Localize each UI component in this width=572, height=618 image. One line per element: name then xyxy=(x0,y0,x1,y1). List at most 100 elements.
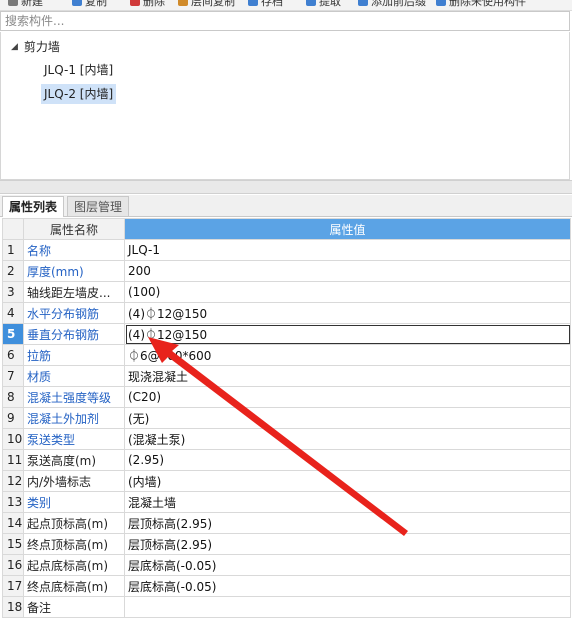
property-value[interactable]: 层顶标高(2.95) xyxy=(124,533,571,555)
property-name: 轴线距左墙皮... xyxy=(23,281,125,303)
table-row[interactable]: 10 泵送类型 (混凝土泵) xyxy=(2,428,571,450)
property-value[interactable]: (4)⏀12@150 xyxy=(124,323,571,345)
property-name: 终点顶标高(m) xyxy=(23,533,125,555)
tree-root-label: 剪力墙 xyxy=(23,40,60,54)
toolbar-button-3[interactable]: 层间复制 xyxy=(178,0,235,8)
tab-layer-manage[interactable]: 图层管理 xyxy=(67,196,130,216)
property-value[interactable]: 层顶标高(2.95) xyxy=(124,512,571,534)
tab-property-list[interactable]: 属性列表 xyxy=(2,196,65,217)
row-index: 2 xyxy=(2,260,24,282)
toolbar-button-label: 删除 xyxy=(143,0,165,8)
toolbar-button-label: 提取 xyxy=(319,0,341,8)
toolbar-button-label: 复制 xyxy=(85,0,107,8)
row-index: 18 xyxy=(2,596,24,618)
table-row[interactable]: 7 材质 现浇混凝土 xyxy=(2,365,571,387)
property-value[interactable]: (内墙) xyxy=(124,470,571,492)
header-index xyxy=(2,218,24,240)
row-index: 7 xyxy=(2,365,24,387)
table-row[interactable]: 8 混凝土强度等级 (C20) xyxy=(2,386,571,408)
table-row[interactable]: 11 泵送高度(m) (2.95) xyxy=(2,449,571,471)
row-index: 10 xyxy=(2,428,24,450)
tree-item-jlq-1[interactable]: JLQ-1 [内墙] xyxy=(41,60,116,80)
delete-icon xyxy=(130,0,140,6)
table-row[interactable]: 13 类别 混凝土墙 xyxy=(2,491,571,513)
header-property-value: 属性值 xyxy=(124,218,571,240)
toolbar-button-label: 层间复制 xyxy=(191,0,235,8)
row-index: 12 xyxy=(2,470,24,492)
floor-copy-icon xyxy=(178,0,188,6)
toolbar-button-label: 添加前后缀 xyxy=(371,0,426,8)
table-row[interactable]: 16 起点底标高(m) 层底标高(-0.05) xyxy=(2,554,571,576)
component-tree: ◢ 剪力墙 JLQ-1 [内墙] JLQ-2 [内墙] xyxy=(0,32,570,180)
panel-splitter[interactable] xyxy=(0,180,572,194)
property-value[interactable]: (2.95) xyxy=(124,449,571,471)
property-value[interactable]: (4)⏀12@150 xyxy=(124,302,571,324)
row-index: 15 xyxy=(2,533,24,555)
property-value[interactable]: ⏀6@600*600 xyxy=(124,344,571,366)
property-value[interactable]: (混凝土泵) xyxy=(124,428,571,450)
table-row[interactable]: 9 混凝土外加剂 (无) xyxy=(2,407,571,429)
table-row[interactable]: 17 终点底标高(m) 层底标高(-0.05) xyxy=(2,575,571,597)
table-row[interactable]: 1 名称 JLQ-1 xyxy=(2,239,571,261)
property-value[interactable]: 现浇混凝土 xyxy=(124,365,571,387)
table-row[interactable]: 2 厚度(mm) 200 xyxy=(2,260,571,282)
extract-icon xyxy=(306,0,316,6)
table-row[interactable]: 4 水平分布钢筋 (4)⏀12@150 xyxy=(2,302,571,324)
row-index: 1 xyxy=(2,239,24,261)
row-index: 13 xyxy=(2,491,24,513)
property-name: 泵送高度(m) xyxy=(23,449,125,471)
property-value[interactable]: 混凝土墙 xyxy=(124,491,571,513)
property-value[interactable]: JLQ-1 xyxy=(124,239,571,261)
search-box[interactable] xyxy=(0,11,570,31)
property-name: 起点底标高(m) xyxy=(23,554,125,576)
collapse-triangle-icon[interactable]: ◢ xyxy=(11,42,18,52)
table-row[interactable]: 15 终点顶标高(m) 层顶标高(2.95) xyxy=(2,533,571,555)
table-row[interactable]: 3 轴线距左墙皮... (100) xyxy=(2,281,571,303)
property-name: 垂直分布钢筋 xyxy=(23,323,125,345)
row-index: 16 xyxy=(2,554,24,576)
toolbar-button-label: 新建 xyxy=(21,0,43,8)
table-row[interactable]: 12 内/外墙标志 (内墙) xyxy=(2,470,571,492)
toolbar-button-4[interactable]: 存档 xyxy=(248,0,283,8)
property-name: 材质 xyxy=(23,365,125,387)
toolbar-button-2[interactable]: 删除 xyxy=(130,0,165,8)
tree-item-jlq-2[interactable]: JLQ-2 [内墙] xyxy=(41,84,117,104)
property-name: 名称 xyxy=(23,239,125,261)
property-value[interactable]: (C20) xyxy=(124,386,571,408)
toolbar-button-label: 存档 xyxy=(261,0,283,8)
table-row[interactable]: 5 垂直分布钢筋 (4)⏀12@150 xyxy=(2,323,571,345)
property-value[interactable]: 层底标高(-0.05) xyxy=(124,554,571,576)
row-index: 5 xyxy=(2,323,24,345)
toolbar-button-7[interactable]: 删除未使用构件 xyxy=(436,0,526,8)
property-value[interactable]: (100) xyxy=(124,281,571,303)
toolbar: 新建 复制 删除 层间复制 存档 提取 添加前后缀 删除未使用构件 xyxy=(0,0,572,11)
toolbar-button-0[interactable]: 新建 xyxy=(8,0,43,8)
copy-icon xyxy=(72,0,82,6)
property-value[interactable] xyxy=(124,596,571,618)
property-value[interactable]: 层底标高(-0.05) xyxy=(124,575,571,597)
table-row[interactable]: 6 拉筋 ⏀6@600*600 xyxy=(2,344,571,366)
toolbar-button-6[interactable]: 添加前后缀 xyxy=(358,0,426,8)
property-name: 内/外墙标志 xyxy=(23,470,125,492)
new-icon xyxy=(8,0,18,6)
property-name: 水平分布钢筋 xyxy=(23,302,125,324)
property-value[interactable]: 200 xyxy=(124,260,571,282)
tab-bar: 属性列表 图层管理 xyxy=(0,195,572,217)
table-row[interactable]: 14 起点顶标高(m) 层顶标高(2.95) xyxy=(2,512,571,534)
table-header-row: 属性名称 属性值 xyxy=(2,218,571,240)
row-index: 8 xyxy=(2,386,24,408)
row-index: 3 xyxy=(2,281,24,303)
property-name: 起点顶标高(m) xyxy=(23,512,125,534)
tree-root[interactable]: ◢ 剪力墙 xyxy=(11,38,60,55)
search-input[interactable] xyxy=(1,12,569,30)
property-value[interactable]: (无) xyxy=(124,407,571,429)
row-index: 9 xyxy=(2,407,24,429)
property-name: 类别 xyxy=(23,491,125,513)
toolbar-button-5[interactable]: 提取 xyxy=(306,0,341,8)
property-name: 终点底标高(m) xyxy=(23,575,125,597)
row-index: 4 xyxy=(2,302,24,324)
table-row[interactable]: 18 备注 xyxy=(2,596,571,618)
row-index: 11 xyxy=(2,449,24,471)
toolbar-button-1[interactable]: 复制 xyxy=(72,0,107,8)
property-table: 属性名称 属性值 1 名称 JLQ-1 2 厚度(mm) 200 3 轴线距左墙皮... (10… xyxy=(2,218,571,618)
